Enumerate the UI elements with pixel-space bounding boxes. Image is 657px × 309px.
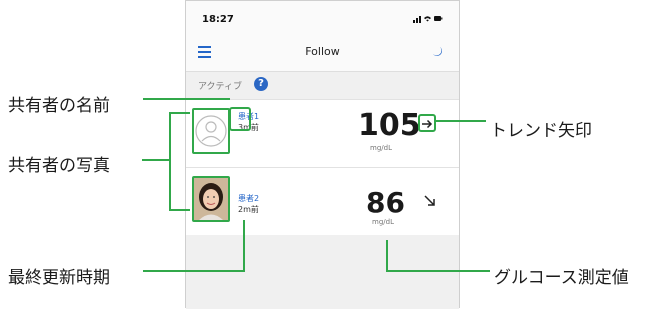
callout-lines [142,98,490,272]
